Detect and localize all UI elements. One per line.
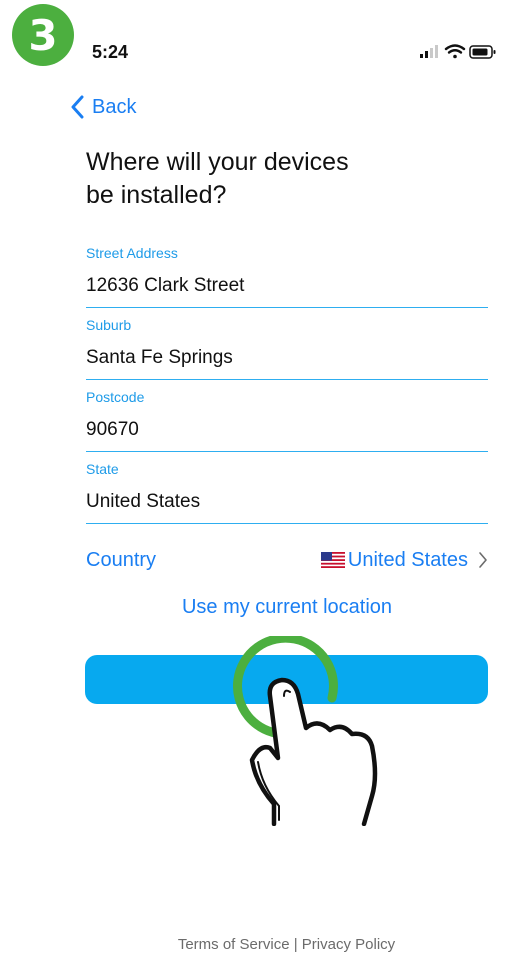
street-address-value[interactable]: 12636 Clark Street <box>86 275 488 297</box>
footer-separator: | <box>293 936 298 953</box>
back-button[interactable]: Back <box>70 94 136 120</box>
battery-icon <box>469 45 496 59</box>
footer-links: Terms of Service | Privacy Policy <box>0 936 507 953</box>
suburb-field[interactable]: Suburb Santa Fe Springs <box>86 317 488 380</box>
state-label: State <box>86 461 119 477</box>
wifi-icon <box>444 44 466 59</box>
country-selector[interactable]: Country United States <box>86 546 488 574</box>
status-bar-time: 5:24 <box>92 42 129 62</box>
postcode-value[interactable]: 90670 <box>86 419 488 441</box>
page-title: Where will your devices be installed? <box>86 148 349 209</box>
use-current-location-link[interactable]: Use my current location <box>86 596 488 619</box>
country-value: United States <box>347 548 468 571</box>
chevron-right-icon <box>479 552 487 568</box>
postcode-field[interactable]: Postcode 90670 <box>86 389 488 452</box>
postcode-label: Postcode <box>86 389 145 405</box>
privacy-policy-link[interactable]: Privacy Policy <box>302 936 395 953</box>
step-number-badge: 3 <box>12 4 74 66</box>
chevron-left-icon <box>71 95 84 119</box>
country-label: Country <box>86 548 157 571</box>
state-field[interactable]: State United States <box>86 461 488 524</box>
terms-of-service-link[interactable]: Terms of Service <box>178 936 290 953</box>
state-value[interactable]: United States <box>86 491 488 513</box>
back-label: Back <box>92 95 137 118</box>
continue-button[interactable] <box>85 655 488 704</box>
street-address-field[interactable]: Street Address 12636 Clark Street <box>86 245 488 308</box>
cellular-signal-icon <box>420 45 438 58</box>
suburb-label: Suburb <box>86 317 132 333</box>
status-bar-icons <box>420 44 496 59</box>
suburb-value[interactable]: Santa Fe Springs <box>86 347 488 369</box>
street-address-label: Street Address <box>86 245 178 261</box>
us-flag-icon <box>320 552 345 568</box>
